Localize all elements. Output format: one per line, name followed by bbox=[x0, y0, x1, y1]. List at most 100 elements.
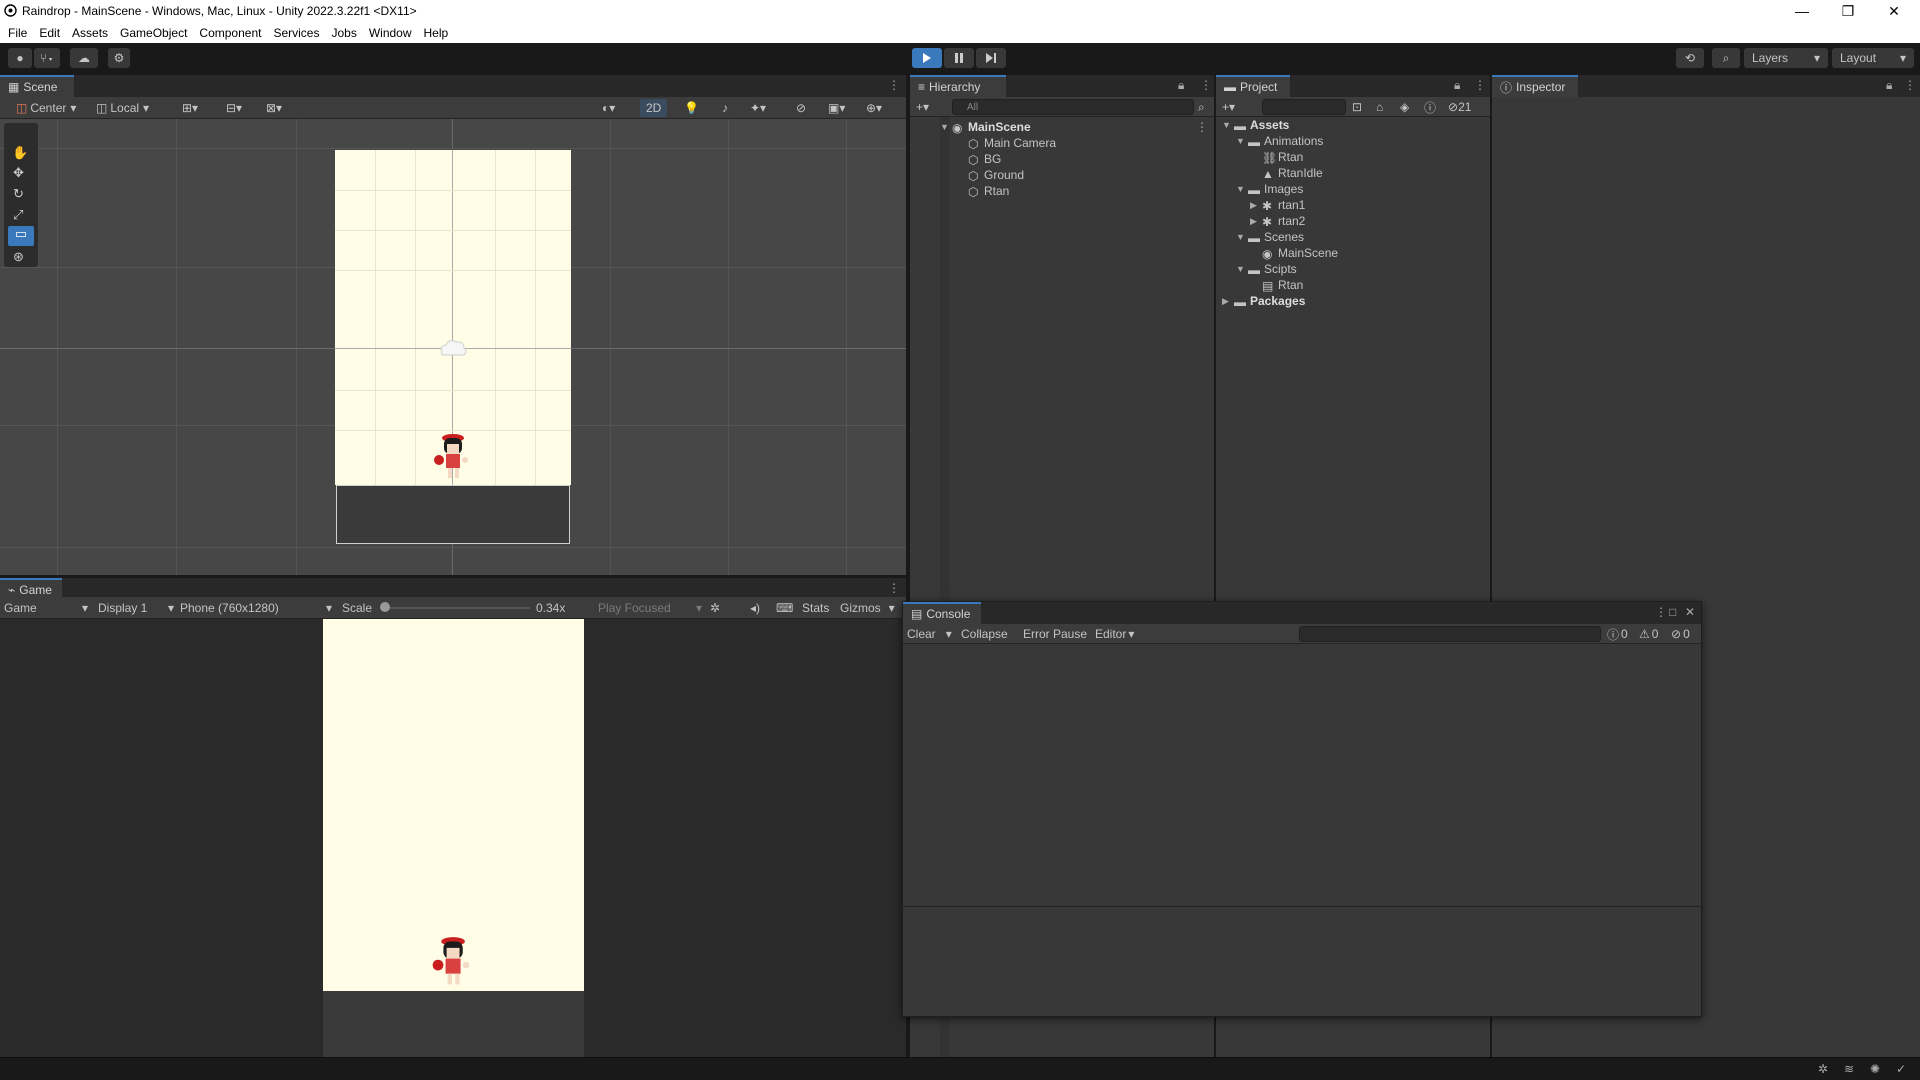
hierarchy-search-input[interactable]: All bbox=[952, 99, 1194, 115]
camera-gizmo-icon[interactable] bbox=[437, 338, 469, 360]
menu-gameobject[interactable]: GameObject bbox=[120, 26, 187, 40]
search-by-label-icon[interactable]: ⌂ bbox=[1376, 98, 1383, 116]
audio-toggle[interactable]: ♪ bbox=[722, 99, 728, 117]
display-dropdown[interactable]: Display 1 ▾ bbox=[98, 599, 174, 617]
error-filter-toggle[interactable]: ⊘ 0 bbox=[1671, 625, 1690, 643]
collapse-button[interactable]: Collapse bbox=[961, 625, 1008, 643]
game-viewport[interactable] bbox=[0, 619, 906, 1057]
tab-hierarchy[interactable]: ≡ Hierarchy bbox=[910, 75, 1006, 97]
tab-console[interactable]: ▤ Console bbox=[903, 602, 981, 624]
hierarchy-item[interactable]: ⬡ Main Camera bbox=[968, 135, 1056, 151]
hierarchy-item[interactable]: ⬡ Rtan bbox=[968, 183, 1009, 199]
add-object-button[interactable]: +▾ bbox=[916, 98, 929, 116]
rotate-tool-icon[interactable]: ↻ bbox=[13, 186, 24, 202]
minimize-button[interactable]: — bbox=[1780, 0, 1824, 22]
rtan-sprite[interactable] bbox=[428, 432, 476, 486]
expand-arrow-icon[interactable]: ▼ bbox=[1222, 120, 1232, 130]
hierarchy-scene-row[interactable]: ▼ ◉ MainScene ⋮ bbox=[940, 119, 1214, 135]
stats-button[interactable]: Stats bbox=[802, 599, 829, 617]
project-asset[interactable]: ⛓ Rtan bbox=[1262, 149, 1303, 165]
pause-button[interactable] bbox=[944, 48, 974, 68]
error-pause-button[interactable]: Error Pause bbox=[1023, 625, 1087, 643]
version-control-button[interactable]: ⑂▾ bbox=[34, 48, 60, 68]
effects-dropdown[interactable]: ✦▾ bbox=[750, 99, 766, 117]
shading-mode-button[interactable]: ◐▾ bbox=[602, 99, 615, 117]
favorite-icon[interactable]: ◈ bbox=[1400, 98, 1409, 116]
ground-sprite[interactable] bbox=[336, 485, 570, 544]
warning-filter-toggle[interactable]: ⚠ 0 bbox=[1639, 625, 1658, 643]
mute-audio-icon[interactable]: ◂) bbox=[750, 599, 760, 617]
create-asset-button[interactable]: +▾ bbox=[1222, 98, 1235, 116]
project-assets-folder[interactable]: ▼ ▬ Assets bbox=[1222, 117, 1289, 133]
menu-services[interactable]: Services bbox=[273, 26, 319, 40]
expand-arrow-icon[interactable]: ▶ bbox=[1222, 296, 1232, 307]
maximize-icon[interactable]: □ bbox=[1669, 605, 1676, 619]
grid-snap-button[interactable]: ⊞▾ bbox=[182, 99, 198, 117]
undo-history-button[interactable]: ⟲ bbox=[1676, 48, 1704, 68]
scene-more-icon[interactable]: ⋮ bbox=[888, 78, 900, 92]
close-window-button[interactable]: ✕ bbox=[1872, 0, 1916, 22]
tab-project[interactable]: ▬ Project bbox=[1216, 75, 1290, 97]
hierarchy-item[interactable]: ⬡ BG bbox=[968, 151, 1001, 167]
menu-jobs[interactable]: Jobs bbox=[331, 26, 356, 40]
clear-dropdown[interactable]: Clear ▾ bbox=[907, 625, 952, 643]
expand-arrow-icon[interactable]: ▶ bbox=[1250, 200, 1260, 211]
expand-arrow-icon[interactable]: ▼ bbox=[1236, 232, 1246, 242]
hierarchy-item[interactable]: ⬡ Ground bbox=[968, 167, 1024, 183]
menu-component[interactable]: Component bbox=[199, 26, 261, 40]
lock-icon[interactable]: 🔒︎ bbox=[1454, 78, 1460, 93]
increment-snap-button[interactable]: ⊠▾ bbox=[266, 99, 282, 117]
expand-arrow-icon[interactable]: ▼ bbox=[1236, 264, 1246, 274]
info-icon[interactable]: ⓘ bbox=[1424, 98, 1436, 116]
scale-slider-handle[interactable] bbox=[380, 602, 390, 612]
bug-icon[interactable]: ✲ bbox=[710, 599, 720, 617]
project-folder[interactable]: ▼ ▬ Images bbox=[1236, 181, 1303, 197]
menu-file[interactable]: File bbox=[8, 26, 27, 40]
editor-dropdown[interactable]: Editor ▾ bbox=[1095, 625, 1134, 643]
project-asset[interactable]: ▤ Rtan bbox=[1262, 277, 1303, 293]
close-icon[interactable]: ✕ bbox=[1685, 605, 1695, 619]
project-asset[interactable]: ▶ ✱ rtan1 bbox=[1250, 197, 1305, 213]
project-search-input[interactable] bbox=[1262, 99, 1346, 115]
gizmos-dropdown[interactable]: Gizmos ▾ bbox=[840, 599, 895, 617]
project-asset[interactable]: ▲ RtanIdle bbox=[1262, 165, 1323, 181]
services-button[interactable]: ⚙ bbox=[108, 48, 130, 68]
search-by-type-icon[interactable]: ⊡ bbox=[1352, 98, 1362, 116]
expand-arrow-icon[interactable]: ▼ bbox=[1236, 184, 1246, 194]
hierarchy-more-icon[interactable]: ⋮ bbox=[1200, 78, 1212, 92]
inspector-more-icon[interactable]: ⋮ bbox=[1904, 78, 1916, 92]
expand-arrow-icon[interactable]: ▶ bbox=[1250, 216, 1260, 227]
info-filter-toggle[interactable]: ⓘ 0 bbox=[1607, 625, 1628, 643]
cloud-button[interactable]: ☁ bbox=[70, 48, 98, 68]
menu-assets[interactable]: Assets bbox=[72, 26, 108, 40]
resolution-dropdown[interactable]: Phone (760x1280) ▾ bbox=[180, 599, 332, 617]
scene-viewport[interactable]: ✋ ✥ ↻ ⤢ ▭ ⊛ bbox=[0, 119, 906, 575]
project-more-icon[interactable]: ⋮ bbox=[1474, 78, 1486, 92]
step-button[interactable] bbox=[976, 48, 1006, 68]
project-folder[interactable]: ▼ ▬ Animations bbox=[1236, 133, 1323, 149]
tab-inspector[interactable]: ⓘ Inspector bbox=[1492, 75, 1578, 97]
space-dropdown[interactable]: ◫ Local ▾ bbox=[96, 99, 149, 117]
hand-tool-icon[interactable]: ✋ bbox=[12, 145, 28, 161]
move-tool-icon[interactable]: ✥ bbox=[13, 165, 24, 181]
gizmos-scene-dropdown[interactable]: ⊕▾ bbox=[866, 99, 882, 117]
project-folder[interactable]: ▼ ▬ Scipts bbox=[1236, 261, 1297, 277]
game-more-icon[interactable]: ⋮ bbox=[888, 581, 900, 595]
toggle-2d-button[interactable]: 2D bbox=[640, 99, 668, 117]
expand-arrow-icon[interactable]: ▼ bbox=[1236, 136, 1246, 146]
console-log-list[interactable] bbox=[903, 644, 1701, 906]
play-focused-dropdown[interactable]: Play Focused ▾ bbox=[598, 599, 702, 617]
scale-tool-icon[interactable]: ⤢ bbox=[13, 207, 23, 223]
transform-tool-icon[interactable]: ⊛ bbox=[13, 249, 24, 265]
view-dropdown[interactable]: Game ▾ bbox=[4, 599, 88, 617]
cache-server-icon[interactable]: ≋ bbox=[1844, 1062, 1854, 1076]
menu-window[interactable]: Window bbox=[369, 26, 412, 40]
lighting-toggle[interactable]: 💡 bbox=[684, 99, 699, 117]
console-search-input[interactable] bbox=[1299, 626, 1601, 642]
camera-dropdown[interactable]: ▣▾ bbox=[828, 99, 845, 117]
lock-icon[interactable]: 🔒︎ bbox=[1178, 78, 1184, 93]
keyboard-icon[interactable]: ⌨ bbox=[776, 599, 793, 617]
snap-settings-button[interactable]: ⊟▾ bbox=[226, 99, 242, 117]
project-packages-folder[interactable]: ▶ ▬ Packages bbox=[1222, 293, 1305, 309]
maximize-button[interactable]: ❐ bbox=[1826, 0, 1870, 22]
